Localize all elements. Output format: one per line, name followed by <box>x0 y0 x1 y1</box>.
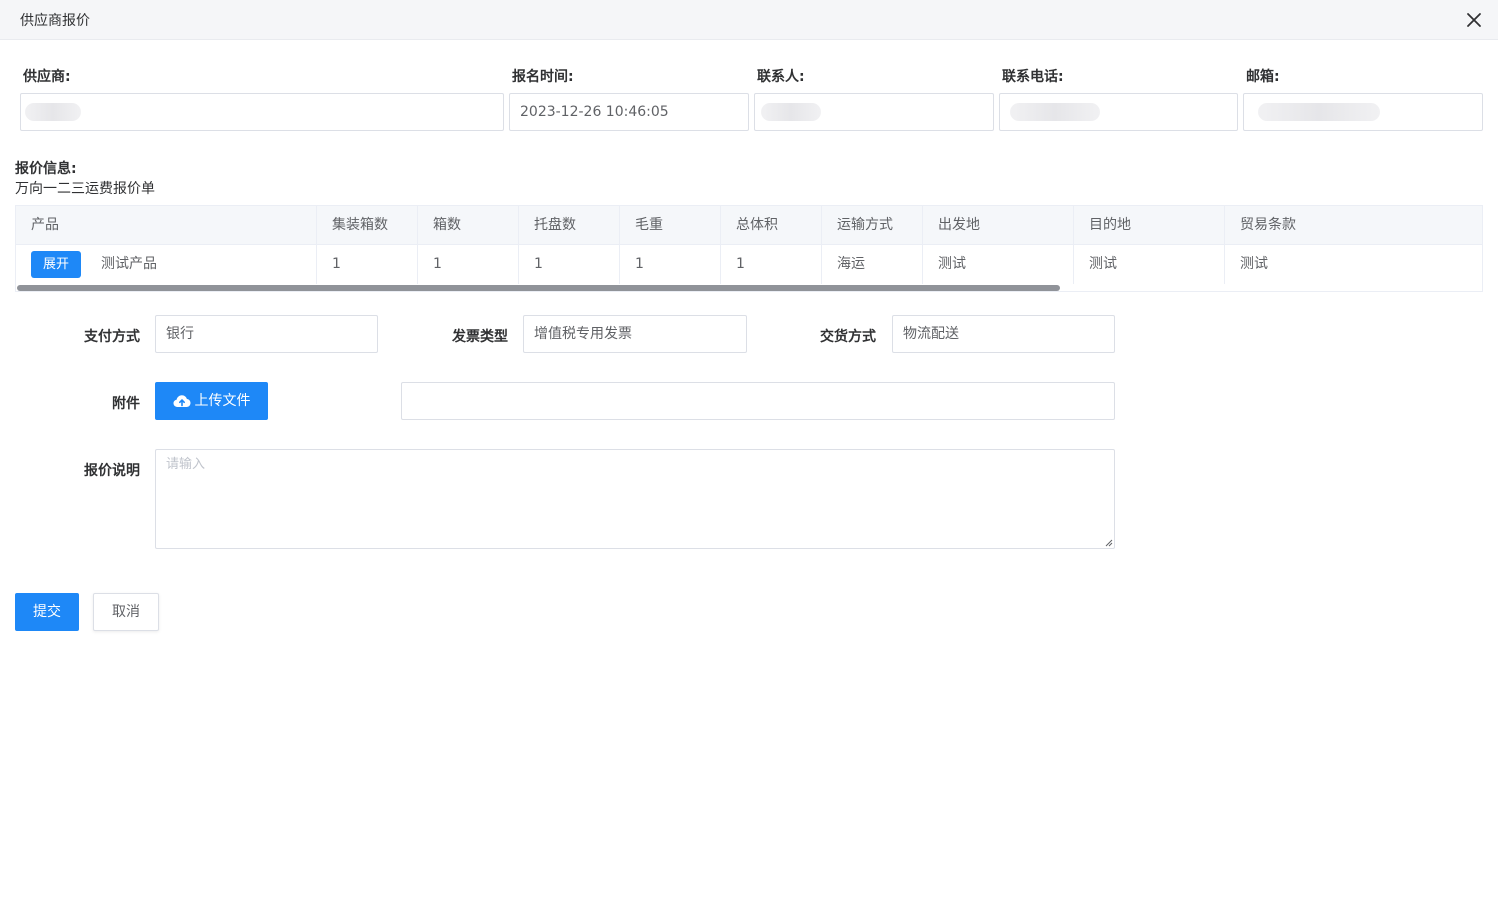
signup-time-field[interactable]: 2023-12-26 10:46:05 <box>509 93 749 131</box>
table-cell: 1 <box>317 245 418 284</box>
close-button[interactable] <box>1463 9 1485 31</box>
email-label: 邮箱: <box>1246 69 1280 85</box>
remark-placeholder: 请输入 <box>166 457 206 472</box>
cloud-upload-icon <box>173 395 190 407</box>
redacted-mask <box>25 103 81 121</box>
table-header-cell: 箱数 <box>418 206 519 244</box>
table-cell: 海运 <box>822 245 923 284</box>
quote-section-title: 报价信息: <box>15 161 77 177</box>
table-header-cell: 贸易条款 <box>1240 217 1296 233</box>
table-cell-product: 展开 测试产品 <box>16 245 317 284</box>
table-cell: 1 <box>721 245 822 284</box>
table-cell: 测试 <box>1074 245 1225 284</box>
remark-label: 报价说明 <box>84 463 140 479</box>
table-header-cell: 集装箱数 <box>317 206 418 244</box>
quote-sheet-name: 万向一二三运费报价单 <box>15 181 155 197</box>
table-header-cell: 目的地 <box>1074 206 1225 244</box>
table-cell: 测试 <box>1240 256 1268 272</box>
dialog-title: 供应商报价 <box>20 13 90 29</box>
delivery-label: 交货方式 <box>820 329 876 345</box>
phone-field[interactable] <box>999 93 1238 131</box>
close-icon <box>1467 13 1481 27</box>
table-cell: 1 <box>519 245 620 284</box>
email-field[interactable] <box>1243 93 1483 131</box>
redacted-mask <box>761 103 821 121</box>
payment-label: 支付方式 <box>84 329 140 345</box>
horizontal-scrollbar[interactable] <box>17 285 1060 291</box>
attachment-label: 附件 <box>112 396 140 412</box>
table-cell: 1 <box>620 245 721 284</box>
table-header-cell: 产品 <box>16 206 317 244</box>
supplier-label: 供应商: <box>23 69 71 85</box>
invoice-label: 发票类型 <box>452 329 508 345</box>
quote-table: 产品 集装箱数 箱数 托盘数 毛重 总体积 运输方式 出发地 目的地 贸易条款 … <box>15 205 1483 292</box>
table-header-cell: 毛重 <box>620 206 721 244</box>
signup-time-value: 2023-12-26 10:46:05 <box>520 104 669 120</box>
table-header-cell: 总体积 <box>721 206 822 244</box>
invoice-input[interactable]: 增值税专用发票 <box>523 315 747 353</box>
signup-time-label: 报名时间: <box>512 69 574 85</box>
redacted-mask <box>1258 103 1380 121</box>
resize-grip-icon[interactable] <box>1104 538 1113 547</box>
cancel-button[interactable]: 取消 <box>93 593 159 631</box>
phone-label: 联系电话: <box>1002 69 1064 85</box>
attachment-field[interactable] <box>401 382 1115 420</box>
remark-textarea[interactable]: 请输入 <box>155 449 1115 549</box>
table-header-row: 产品 集装箱数 箱数 托盘数 毛重 总体积 运输方式 出发地 目的地 贸易条款 <box>16 206 1482 245</box>
submit-button[interactable]: 提交 <box>15 593 79 631</box>
contact-field[interactable] <box>754 93 994 131</box>
table-header-cell: 出发地 <box>923 206 1074 244</box>
table-header-cell: 运输方式 <box>822 206 923 244</box>
supplier-field[interactable] <box>20 93 504 131</box>
contact-label: 联系人: <box>757 69 805 85</box>
table-cell: 测试 <box>923 245 1074 284</box>
table-cell: 1 <box>418 245 519 284</box>
table-row: 展开 测试产品 1 1 1 1 1 海运 测试 测试 测试 <box>16 245 1482 284</box>
dialog-header: 供应商报价 <box>0 0 1498 40</box>
expand-button[interactable]: 展开 <box>31 251 81 278</box>
delivery-value: 物流配送 <box>903 326 959 342</box>
payment-value: 银行 <box>166 326 194 342</box>
upload-file-label: 上传文件 <box>194 393 251 409</box>
delivery-input[interactable]: 物流配送 <box>892 315 1115 353</box>
table-header-cell: 托盘数 <box>519 206 620 244</box>
redacted-mask <box>1010 103 1100 121</box>
payment-input[interactable]: 银行 <box>155 315 378 353</box>
invoice-value: 增值税专用发票 <box>534 326 632 342</box>
upload-file-button[interactable]: 上传文件 <box>155 382 268 420</box>
product-name: 测试产品 <box>101 256 157 272</box>
